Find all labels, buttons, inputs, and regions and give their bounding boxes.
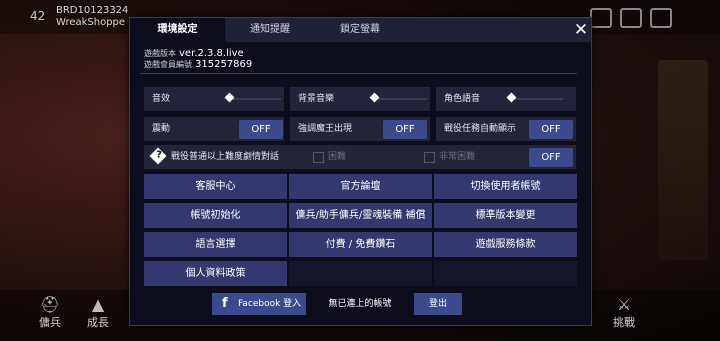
divider — [140, 73, 577, 74]
member-value: 315257869 — [195, 59, 253, 70]
side-panel — [658, 60, 708, 260]
bgm-slider-track[interactable] — [372, 98, 427, 100]
top-right-icons — [590, 8, 672, 28]
member-label: 遊戲會員編號 — [144, 60, 192, 69]
privacy-policy-button[interactable]: 個人資料政策 — [144, 261, 287, 286]
voice-slider-track[interactable] — [508, 98, 563, 100]
language-button[interactable]: 語言選擇 — [144, 232, 287, 257]
version-value: ver.2.3.8.live — [179, 48, 244, 59]
story-label: 戰役普通以上難度劇情對話 — [171, 152, 280, 162]
voice-setting: 角色語音 — [436, 87, 576, 111]
toggle-row: 震動 OFF 強調魔王出現 OFF 戰役任務自動顯示 OFF — [144, 117, 576, 141]
mail-icon[interactable] — [620, 8, 642, 28]
customer-service-button[interactable]: 客服中心 — [144, 174, 287, 199]
sfx-slider-track[interactable] — [226, 98, 281, 100]
challenge-icon: ⚔ — [616, 295, 632, 314]
player-info: BRD10123324 WreakShoppe — [56, 5, 128, 29]
player-id: BRD10123324 — [56, 5, 129, 16]
diamonds-button[interactable]: 付費 / 免費鑽石 — [289, 232, 432, 257]
tab-environment-settings[interactable]: 環境設定 — [130, 18, 225, 42]
growth-button[interactable]: ▲ 成長 — [78, 295, 118, 330]
challenge-label: 挑戰 — [613, 316, 635, 329]
shop-name: WreakShoppe — [56, 17, 126, 28]
sfx-label: 音效 — [152, 94, 171, 104]
terms-of-service-button[interactable]: 遊戲服務條款 — [434, 232, 577, 257]
story-toggle[interactable]: OFF — [529, 148, 573, 167]
vibration-setting: 震動 OFF — [144, 117, 284, 141]
boss-highlight-setting: 強調魔王出現 OFF — [290, 117, 430, 141]
facebook-icon: f — [222, 296, 228, 311]
sound-row: 音效 背景音樂 角色語音 — [144, 87, 576, 111]
tab-bar: 環境設定 通知提醒 鎖定螢幕 ✕ — [130, 18, 591, 42]
player-level: 42 — [30, 9, 46, 23]
logout-button[interactable]: 登出 — [414, 293, 462, 315]
switch-account-button[interactable]: 切換使用者帳號 — [434, 174, 577, 199]
sfx-slider-handle[interactable] — [224, 92, 235, 103]
voice-label: 角色語音 — [444, 94, 481, 104]
account-reset-button[interactable]: 帳號初始化 — [144, 203, 287, 228]
mercenary-button[interactable]: ⛑ 傭兵 — [30, 295, 70, 330]
vibration-toggle[interactable]: OFF — [239, 120, 283, 139]
help-icon[interactable]: ? — [149, 147, 167, 165]
auto-show-setting: 戰役任務自動顯示 OFF — [436, 117, 576, 141]
helmet-icon: ⛑ — [39, 295, 61, 314]
compensation-button[interactable]: 傭兵/助手傭兵/靈魂裝備 補償 — [289, 203, 432, 228]
settings-icon[interactable] — [590, 8, 612, 28]
version-change-button[interactable]: 標準版本變更 — [434, 203, 577, 228]
boss-highlight-toggle[interactable]: OFF — [383, 120, 427, 139]
empty-slot — [289, 261, 432, 286]
hard-label: 困難 — [328, 152, 347, 162]
very-hard-checkbox[interactable] — [424, 152, 435, 163]
tab-lock-screen[interactable]: 鎖定螢幕 — [315, 18, 405, 42]
auto-show-label: 戰役任務自動顯示 — [444, 124, 517, 134]
menu-icon[interactable] — [650, 8, 672, 28]
bgm-slider-handle[interactable] — [369, 92, 380, 103]
account-status: 無已連上的帳號 — [328, 299, 392, 309]
facebook-login-button[interactable]: f Facebook 登入 — [212, 293, 306, 315]
official-forum-button[interactable]: 官方論壇 — [289, 174, 432, 199]
facebook-login-label: Facebook 登入 — [238, 299, 302, 309]
auto-show-toggle[interactable]: OFF — [529, 120, 573, 139]
mercenary-label: 傭兵 — [39, 316, 61, 329]
growth-icon: ▲ — [91, 295, 105, 314]
empty-slot — [434, 261, 577, 286]
close-icon[interactable]: ✕ — [572, 20, 590, 40]
bgm-setting: 背景音樂 — [290, 87, 430, 111]
growth-label: 成長 — [87, 316, 109, 329]
hard-checkbox[interactable] — [313, 152, 324, 163]
boss-highlight-label: 強調魔王出現 — [298, 124, 353, 134]
game-info: 遊戲版本 ver.2.3.8.live 遊戲會員編號 315257869 — [144, 48, 252, 70]
story-setting: ? 戰役普通以上難度劇情對話 困難 非常困難 OFF — [144, 145, 576, 169]
challenge-button[interactable]: ⚔ 挑戰 — [604, 295, 644, 330]
sfx-setting: 音效 — [144, 87, 284, 111]
bgm-label: 背景音樂 — [298, 94, 335, 104]
version-label: 遊戲版本 — [144, 49, 176, 58]
very-hard-label: 非常困難 — [439, 152, 476, 162]
story-row: ? 戰役普通以上難度劇情對話 困難 非常困難 OFF — [144, 145, 576, 169]
tab-notifications[interactable]: 通知提醒 — [225, 18, 315, 42]
voice-slider-handle[interactable] — [506, 92, 517, 103]
settings-dialog: 環境設定 通知提醒 鎖定螢幕 ✕ 遊戲版本 ver.2.3.8.live 遊戲會員… — [129, 17, 592, 326]
vibration-label: 震動 — [152, 124, 171, 134]
